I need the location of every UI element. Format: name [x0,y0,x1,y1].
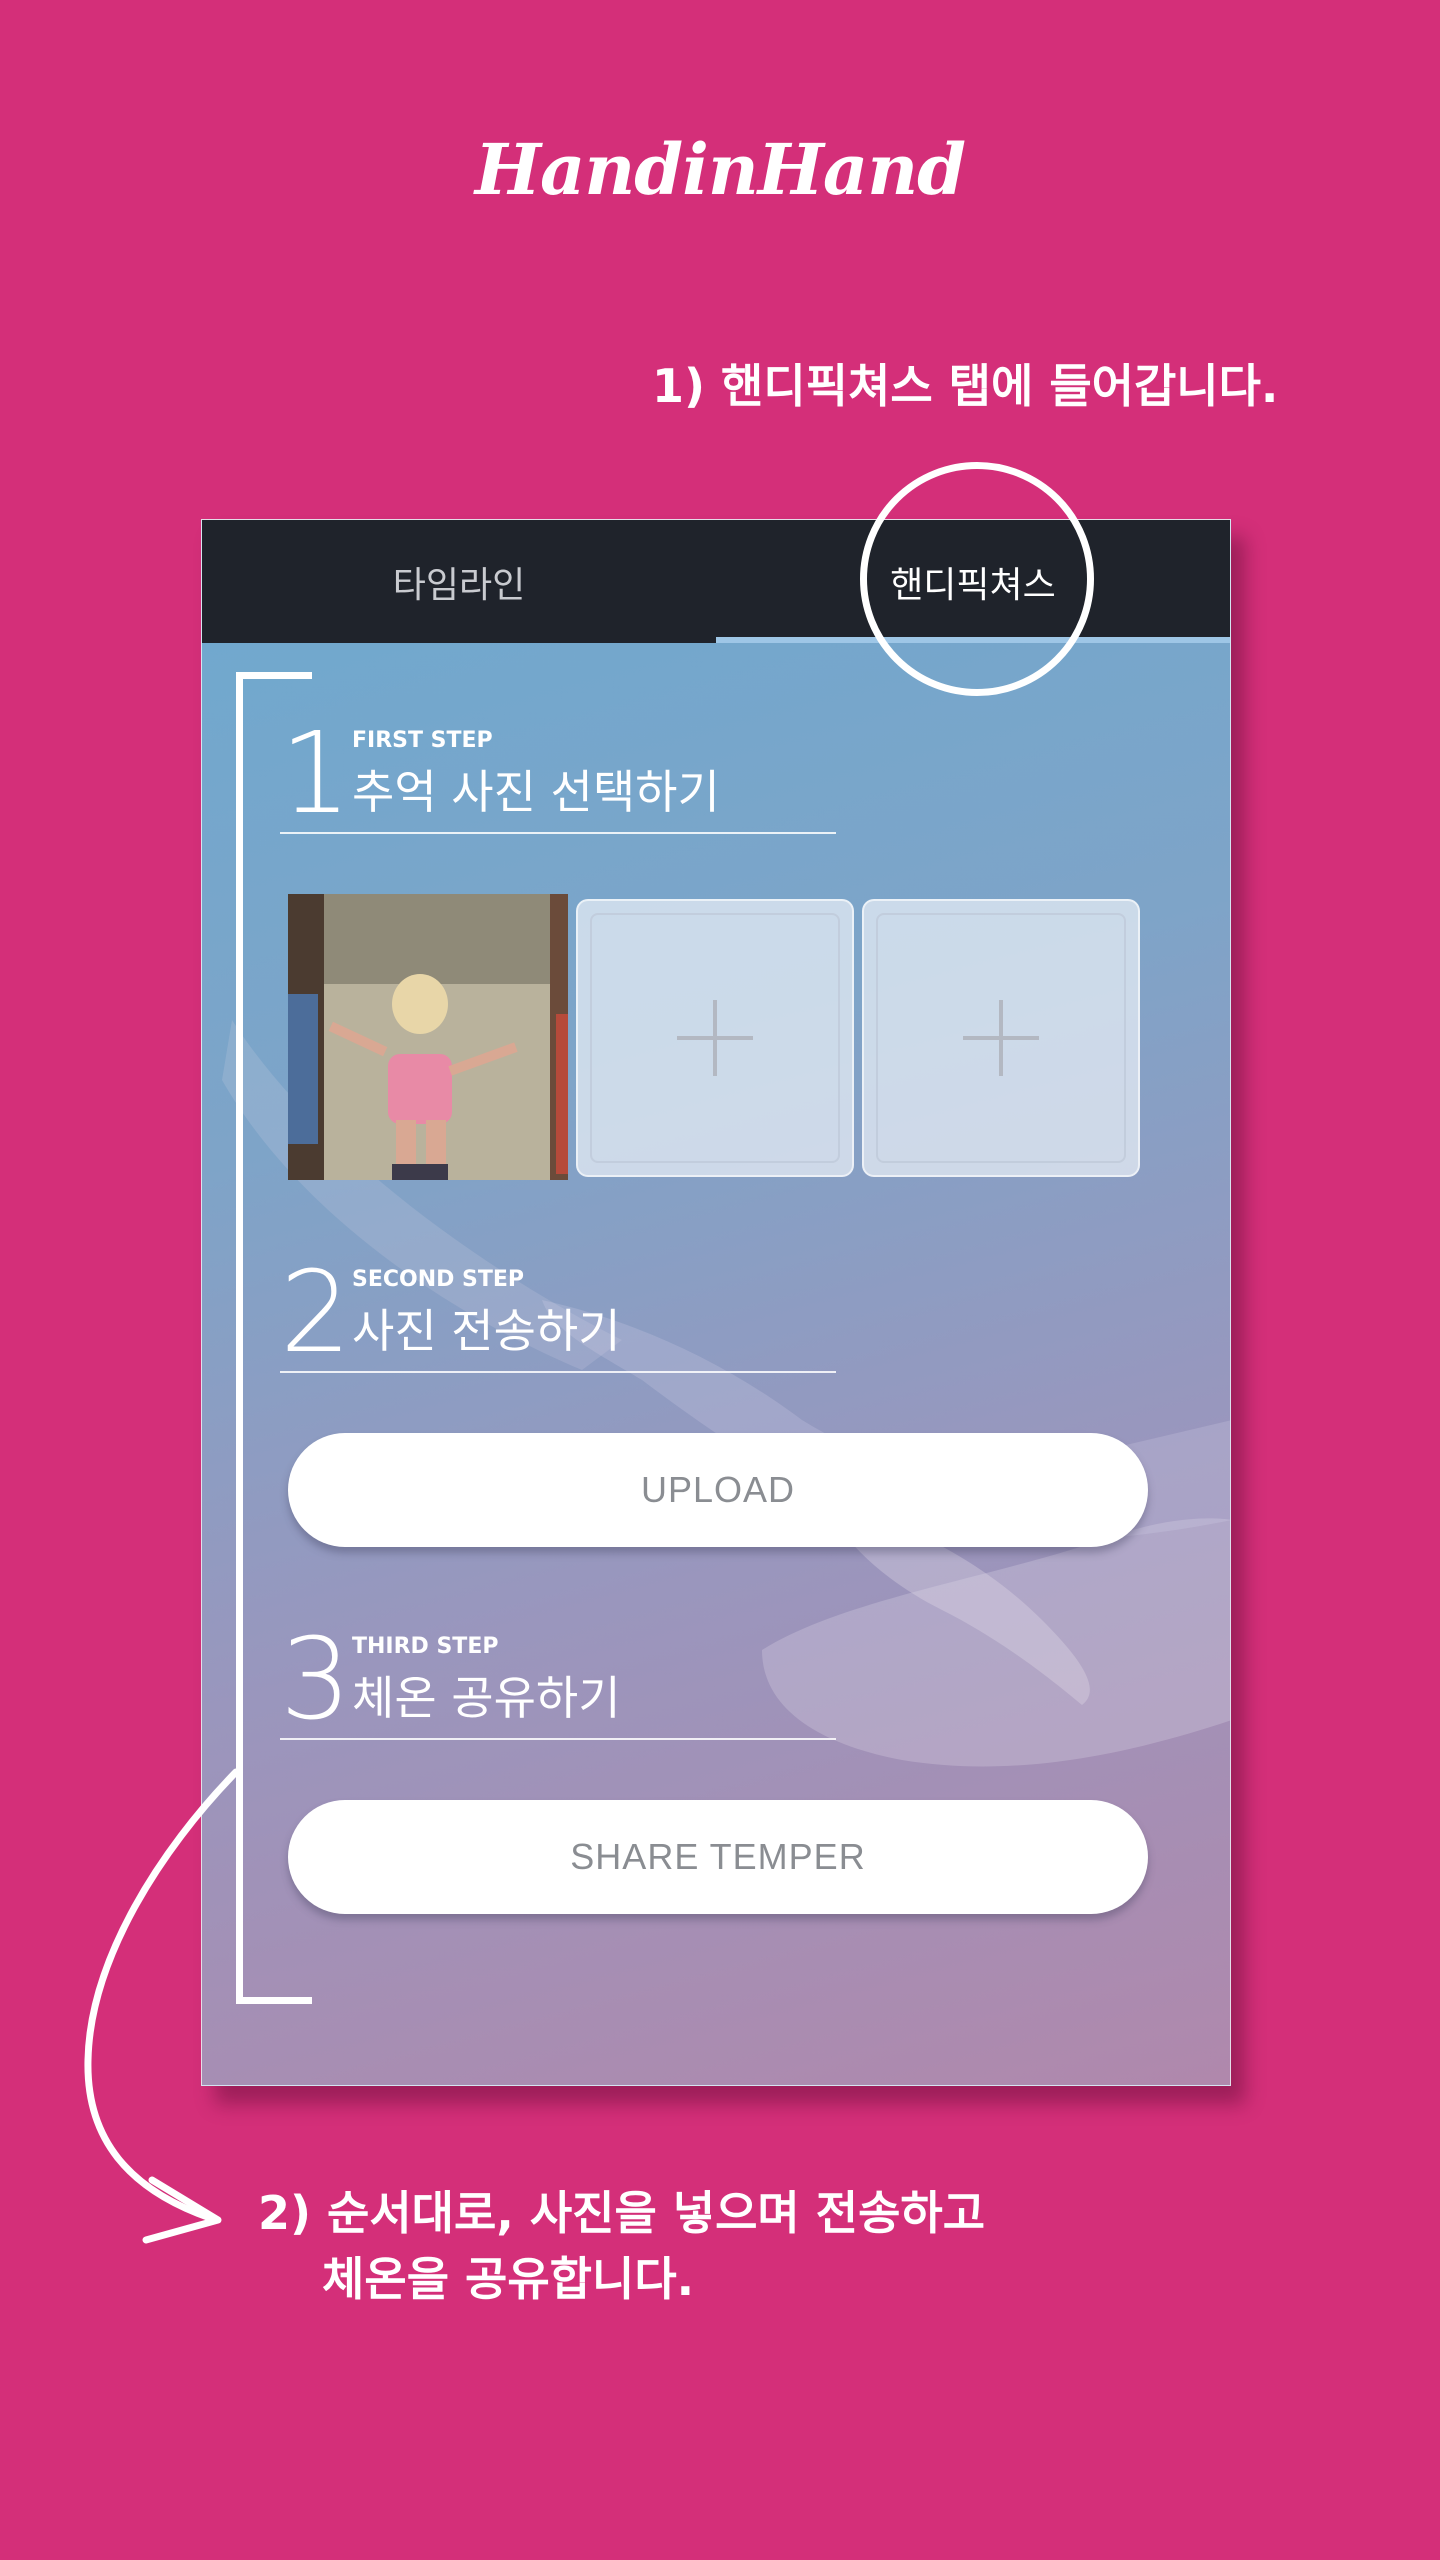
photo-selector [288,894,1140,1180]
family-photo-image [288,894,568,1180]
app-logo: HandinHand [474,128,966,211]
step-3-divider [280,1738,836,1740]
step-3-title: 체온 공유하기 [352,1671,621,1725]
step-3-subtitle: THIRD STEP [352,1634,499,1659]
plus-icon [677,1000,753,1076]
upload-button[interactable]: UPLOAD [288,1433,1148,1547]
share-temper-button[interactable]: SHARE TEMPER [288,1800,1148,1914]
add-photo-slot-3[interactable] [862,899,1140,1177]
tab-timeline-label: 타임라인 [392,564,526,606]
instruction-step-2: 2) 순서대로, 사진을 넣으며 전송하고 체온을 공유합니다. [258,2186,986,2306]
step-1-title: 추억 사진 선택하기 [352,765,720,819]
step-1-subtitle: FIRST STEP [352,728,493,753]
selected-photo[interactable] [288,894,568,1180]
step-2-divider [280,1371,836,1373]
highlight-circle-annotation [860,462,1094,696]
step-2-title: 사진 전송하기 [352,1304,621,1358]
plus-icon [963,1000,1039,1076]
phone-screen: 타임라인 핸디픽쳐스 1 FIRST STEP 추억 사진 선택하기 2 SEC… [201,519,1231,2086]
step-1-divider [280,832,836,834]
curved-arrow-icon [84,1768,240,2244]
tab-timeline[interactable]: 타임라인 [202,520,716,643]
instruction-step-1: 1) 핸디픽쳐스 탭에 들어갑니다. [652,359,1279,413]
step-2-subtitle: SECOND STEP [352,1267,525,1292]
add-photo-slot-2[interactable] [576,899,854,1177]
